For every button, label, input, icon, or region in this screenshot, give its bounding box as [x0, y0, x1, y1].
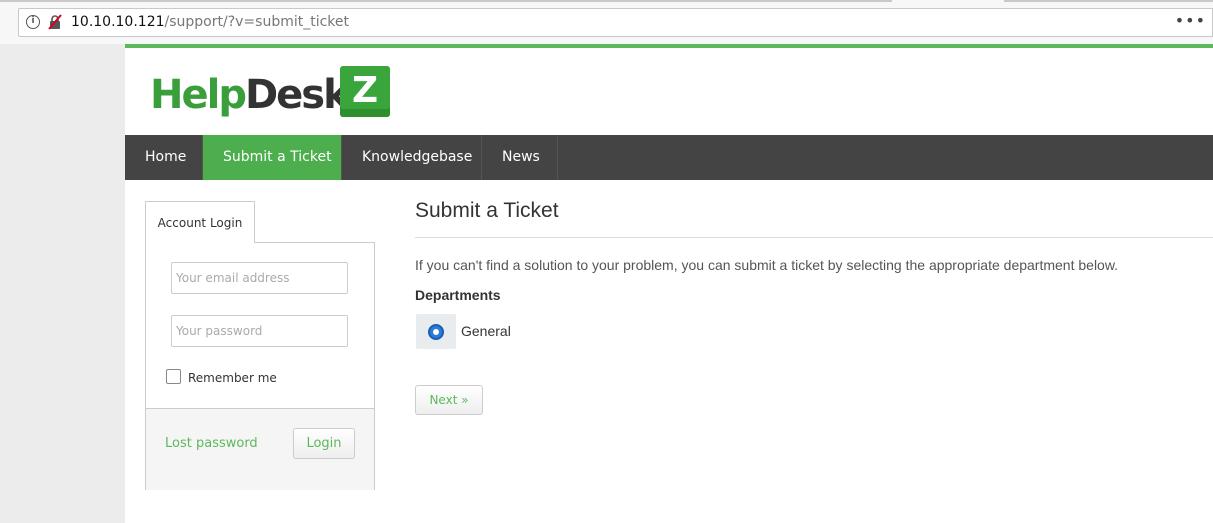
top-accent-bar — [125, 44, 1213, 48]
nav-knowledgebase[interactable]: Knowledgebase — [342, 135, 482, 180]
logo-desk-text: Desk — [244, 72, 350, 118]
page-content: HelpDesk Z Home Submit a Ticket Knowledg… — [125, 44, 1213, 523]
department-general-radio[interactable] — [428, 324, 444, 340]
title-divider — [415, 237, 1213, 238]
department-general-label[interactable]: General — [461, 323, 511, 339]
tab-strip — [0, 0, 1213, 2]
login-button[interactable]: Login — [293, 428, 355, 459]
main-navigation: Home Submit a Ticket Knowledgebase News — [125, 135, 1213, 180]
nav-news[interactable]: News — [482, 135, 558, 180]
insecure-lock-icon[interactable] — [47, 14, 63, 30]
intro-text: If you can't find a solution to your pro… — [415, 257, 1119, 273]
next-button[interactable]: Next » — [415, 385, 483, 415]
logo-help-text: Help — [150, 72, 247, 118]
lost-password-link[interactable]: Lost password — [165, 436, 258, 451]
password-input[interactable]: Your password — [171, 315, 348, 347]
nav-submit-ticket[interactable]: Submit a Ticket — [203, 135, 342, 180]
logo-z-badge: Z — [340, 66, 390, 117]
login-panel-footer: Lost password Login — [146, 408, 374, 490]
browser-chrome: i 10.10.10.121/support/?v=submit_ticket … — [0, 0, 1213, 44]
url-host: 10.10.10.121 — [71, 14, 165, 30]
url-text[interactable]: 10.10.10.121/support/?v=submit_ticket — [71, 14, 349, 30]
page-actions-icon[interactable]: ••• — [1175, 11, 1206, 30]
email-input[interactable]: Your email address — [171, 262, 348, 294]
logo-wordmark: HelpDesk — [150, 72, 350, 118]
nav-home[interactable]: Home — [125, 135, 203, 180]
remember-me-label[interactable]: Remember me — [188, 371, 277, 385]
page-title: Submit a Ticket — [415, 199, 559, 222]
address-bar[interactable]: i 10.10.10.121/support/?v=submit_ticket … — [18, 8, 1213, 37]
remember-me-checkbox[interactable] — [166, 369, 181, 384]
info-icon[interactable]: i — [26, 15, 40, 29]
account-login-tab[interactable]: Account Login — [145, 201, 255, 243]
department-radio-container[interactable] — [416, 314, 456, 349]
url-path: /support/?v=submit_ticket — [164, 14, 350, 30]
helpdeskz-logo[interactable]: HelpDesk Z — [150, 65, 420, 119]
account-login-panel: Your email address Your password Remembe… — [145, 242, 375, 490]
departments-label: Departments — [415, 287, 501, 303]
